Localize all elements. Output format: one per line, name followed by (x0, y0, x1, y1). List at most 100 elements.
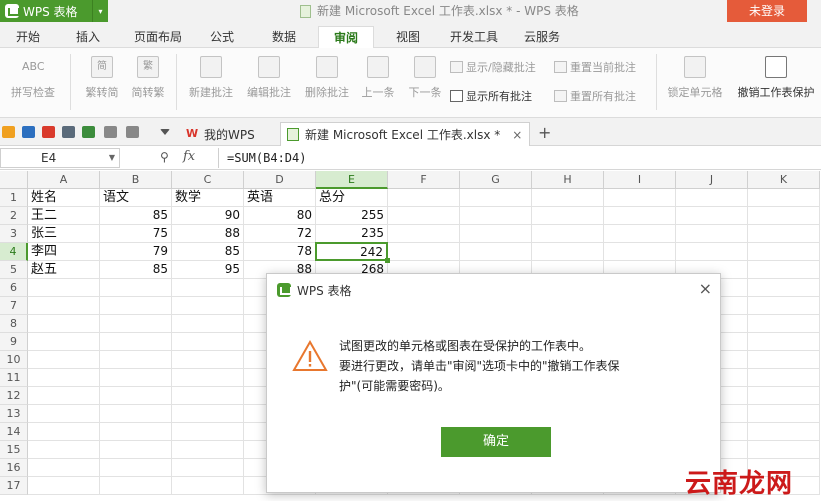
formula-input[interactable]: =SUM(B4:D4) (218, 148, 821, 168)
cell-c2[interactable]: 90 (172, 207, 244, 225)
row-header-15[interactable]: 15 (0, 441, 28, 459)
cell-k2[interactable] (748, 207, 820, 225)
lock-cell-button[interactable]: 锁定单元格 (662, 56, 728, 100)
tab-home[interactable]: 开始 (6, 26, 50, 48)
chevron-down-icon[interactable]: ▾ (92, 0, 108, 22)
cell-g4[interactable] (460, 243, 532, 261)
row-header-12[interactable]: 12 (0, 387, 28, 405)
cell-k9[interactable] (748, 333, 820, 351)
cell-c13[interactable] (172, 405, 244, 423)
cell-i3[interactable] (604, 225, 676, 243)
cell-k7[interactable] (748, 297, 820, 315)
cell-h4[interactable] (532, 243, 604, 261)
cell-a8[interactable] (28, 315, 100, 333)
show-hide-comment-button[interactable]: 显示/隐藏批注 (450, 59, 536, 75)
cell-e2[interactable]: 255 (316, 207, 388, 225)
cell-c1[interactable]: 数学 (172, 189, 244, 207)
column-header-g[interactable]: G (460, 171, 532, 189)
cell-f3[interactable] (388, 225, 460, 243)
cell-c15[interactable] (172, 441, 244, 459)
cell-k4[interactable] (748, 243, 820, 261)
column-header-k[interactable]: K (748, 171, 820, 189)
cell-b9[interactable] (100, 333, 172, 351)
cell-c11[interactable] (172, 369, 244, 387)
cell-a7[interactable] (28, 297, 100, 315)
tab-review[interactable]: 审阅 (318, 26, 374, 48)
column-header-b[interactable]: B (100, 171, 172, 189)
cell-g2[interactable] (460, 207, 532, 225)
tab-developer[interactable]: 开发工具 (442, 26, 506, 48)
column-header-f[interactable]: F (388, 171, 460, 189)
cell-a13[interactable] (28, 405, 100, 423)
cell-k13[interactable] (748, 405, 820, 423)
cell-b15[interactable] (100, 441, 172, 459)
column-header-h[interactable]: H (532, 171, 604, 189)
cell-c6[interactable] (172, 279, 244, 297)
tab-page-layout[interactable]: 页面布局 (126, 26, 190, 48)
cell-k12[interactable] (748, 387, 820, 405)
cell-a12[interactable] (28, 387, 100, 405)
cell-b16[interactable] (100, 459, 172, 477)
cell-b6[interactable] (100, 279, 172, 297)
cell-e4[interactable]: 242 (315, 242, 388, 261)
cell-k1[interactable] (748, 189, 820, 207)
column-header-i[interactable]: I (604, 171, 676, 189)
cell-d4[interactable]: 78 (244, 243, 316, 261)
delete-comment-button[interactable]: 删除批注 (300, 56, 354, 100)
cell-c4[interactable]: 85 (172, 243, 244, 261)
column-header-c[interactable]: C (172, 171, 244, 189)
cell-f2[interactable] (388, 207, 460, 225)
simp-to-trad-button[interactable]: 繁 简转繁 (126, 56, 170, 100)
row-header-17[interactable]: 17 (0, 477, 28, 495)
function-icon[interactable]: fx (183, 149, 195, 164)
cell-c10[interactable] (172, 351, 244, 369)
cell-j1[interactable] (676, 189, 748, 207)
row-header-8[interactable]: 8 (0, 315, 28, 333)
cell-e3[interactable]: 235 (316, 225, 388, 243)
cell-h2[interactable] (532, 207, 604, 225)
cell-f1[interactable] (388, 189, 460, 207)
cell-i4[interactable] (604, 243, 676, 261)
column-header-e[interactable]: E (316, 171, 388, 189)
cell-b1[interactable]: 语文 (100, 189, 172, 207)
row-header-10[interactable]: 10 (0, 351, 28, 369)
cell-d3[interactable]: 72 (244, 225, 316, 243)
login-button[interactable]: 未登录 (727, 0, 807, 22)
row-header-7[interactable]: 7 (0, 297, 28, 315)
new-tab-button[interactable]: + (538, 123, 551, 142)
cell-k6[interactable] (748, 279, 820, 297)
cell-k11[interactable] (748, 369, 820, 387)
spell-check-button[interactable]: ABC 拼写检查 (2, 56, 64, 100)
redo-icon[interactable] (126, 126, 139, 138)
cell-a1[interactable]: 姓名 (28, 189, 100, 207)
row-header-6[interactable]: 6 (0, 279, 28, 297)
cell-c16[interactable] (172, 459, 244, 477)
ok-button[interactable]: 确定 (441, 427, 551, 457)
row-header-4[interactable]: 4 (0, 243, 28, 261)
cell-a6[interactable] (28, 279, 100, 297)
unprotect-sheet-button[interactable]: 撤销工作表保护 (733, 56, 819, 100)
column-header-j[interactable]: J (676, 171, 748, 189)
cell-f4[interactable] (388, 243, 460, 261)
app-menu-button[interactable]: WPS 表格 ▾ (0, 0, 108, 22)
cell-a10[interactable] (28, 351, 100, 369)
cell-a5[interactable]: 赵五 (28, 261, 100, 279)
cell-i2[interactable] (604, 207, 676, 225)
cell-c8[interactable] (172, 315, 244, 333)
edit-comment-button[interactable]: 编辑批注 (242, 56, 296, 100)
cell-k15[interactable] (748, 441, 820, 459)
chevron-down-icon[interactable] (160, 129, 170, 135)
cell-b11[interactable] (100, 369, 172, 387)
export-pdf-icon[interactable] (42, 126, 55, 138)
prev-comment-button[interactable]: 上一条 (356, 56, 400, 100)
tab-data[interactable]: 数据 (262, 26, 306, 48)
cell-b13[interactable] (100, 405, 172, 423)
cell-c17[interactable] (172, 477, 244, 495)
tab-cloud-services[interactable]: 云服务 (514, 26, 570, 48)
cell-k5[interactable] (748, 261, 820, 279)
trad-to-simp-button[interactable]: 简 繁转简 (80, 56, 124, 100)
tab-my-wps[interactable]: W 我的WPS (180, 122, 255, 146)
cell-j2[interactable] (676, 207, 748, 225)
next-comment-button[interactable]: 下一条 (403, 56, 447, 100)
new-comment-button[interactable]: 新建批注 (184, 56, 238, 100)
